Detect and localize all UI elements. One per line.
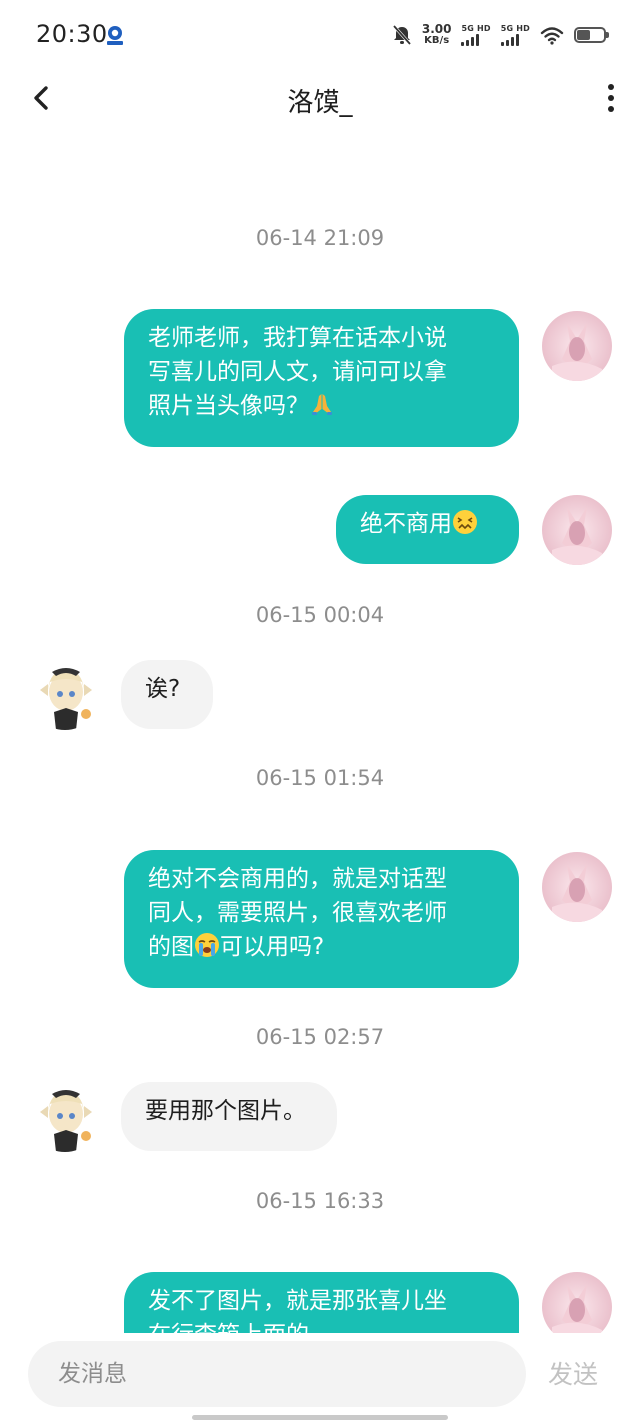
timestamp: 06-15 01:54 <box>255 766 385 790</box>
timestamp: 06-15 02:57 <box>255 1025 385 1049</box>
sent-message-bubble[interactable]: 绝对不会商用的，就是对话型 同人，需要照片，很喜欢老师 的图 可以用吗? <box>124 850 519 988</box>
contact-avatar[interactable] <box>30 1082 100 1152</box>
message-list[interactable]: 06-14 21:09 老师老师，我打算在话本小说 写喜儿的同人文，请问可以拿 … <box>0 126 640 1333</box>
timestamp: 06-15 16:33 <box>255 1189 385 1213</box>
my-avatar[interactable] <box>542 1272 612 1333</box>
message-text: 可以用吗? <box>220 934 325 960</box>
app-notification-icon <box>107 26 123 45</box>
avatar-image <box>30 660 100 730</box>
mute-icon <box>392 25 411 45</box>
send-button[interactable]: 发送 <box>548 1355 598 1391</box>
sent-message-bubble[interactable]: 绝不商用 <box>336 495 519 564</box>
avatar-image <box>542 852 612 922</box>
message-input[interactable] <box>28 1341 526 1407</box>
network-speed-value: 3.00 <box>421 22 452 36</box>
message-input-bar: 发送 <box>0 1333 640 1422</box>
avatar-image <box>542 1272 612 1333</box>
battery-icon <box>574 27 609 43</box>
sim1-label: 5G HD <box>461 24 491 33</box>
message-text: 老师老师，我打算在话本小说 <box>148 325 447 351</box>
folded-hands-emoji <box>312 394 332 415</box>
avatar-image <box>542 495 612 565</box>
avatar-image <box>30 1082 100 1152</box>
message-text: 诶? <box>145 676 181 702</box>
my-avatar[interactable] <box>542 495 612 565</box>
network-speed-unit: KB/s <box>424 35 450 46</box>
timestamp: 06-15 00:04 <box>255 603 385 627</box>
message-text: 同人，需要照片，很喜欢老师 <box>148 900 447 926</box>
chat-screen: 20:30 3.00 KB/s 5G HD 5G HD 洛馍_ 06-14 21… <box>0 0 640 1422</box>
status-bar: 20:30 3.00 KB/s 5G HD 5G HD <box>0 0 640 70</box>
avatar-image <box>542 311 612 381</box>
wifi-icon <box>540 27 564 45</box>
message-text: 的图 <box>148 934 194 960</box>
status-time: 20:30 <box>36 20 108 48</box>
more-vertical-icon[interactable] <box>596 76 626 120</box>
timestamp: 06-14 21:09 <box>255 226 385 250</box>
signal-icon-2: 5G HD <box>500 24 530 46</box>
message-text: 照片当头像吗？ <box>148 393 309 419</box>
status-icons: 3.00 KB/s 5G HD 5G HD <box>392 20 609 50</box>
received-message-bubble[interactable]: 要用那个图片。 <box>121 1082 337 1151</box>
message-text: 绝不商用 <box>360 511 452 537</box>
sent-message-bubble[interactable]: 发不了图片，就是那张喜儿坐 在行李箱上面的 <box>124 1272 519 1333</box>
received-message-bubble[interactable]: 诶? <box>121 660 213 729</box>
confounded-face-emoji <box>453 510 477 534</box>
my-avatar[interactable] <box>542 852 612 922</box>
header-bar: 洛馍_ <box>0 70 640 126</box>
message-text: 绝对不会商用的，就是对话型 <box>148 866 447 892</box>
my-avatar[interactable] <box>542 311 612 381</box>
page-title: 洛馍_ <box>287 88 353 118</box>
message-text: 发不了图片，就是那张喜儿坐 <box>148 1288 447 1314</box>
message-text: 要用那个图片。 <box>145 1098 306 1124</box>
message-text: 写喜儿的同人文，请问可以拿 <box>148 359 447 385</box>
sim2-label: 5G HD <box>500 24 530 33</box>
contact-avatar[interactable] <box>30 660 100 730</box>
message-text: 在行李箱上面的 <box>148 1318 495 1333</box>
loudly-crying-face-emoji <box>195 933 219 957</box>
network-speed: 3.00 KB/s <box>422 23 452 47</box>
sent-message-bubble[interactable]: 老师老师，我打算在话本小说 写喜儿的同人文，请问可以拿 照片当头像吗？ <box>124 309 519 447</box>
signal-icon: 5G HD <box>461 24 491 46</box>
home-indicator[interactable] <box>192 1415 448 1420</box>
